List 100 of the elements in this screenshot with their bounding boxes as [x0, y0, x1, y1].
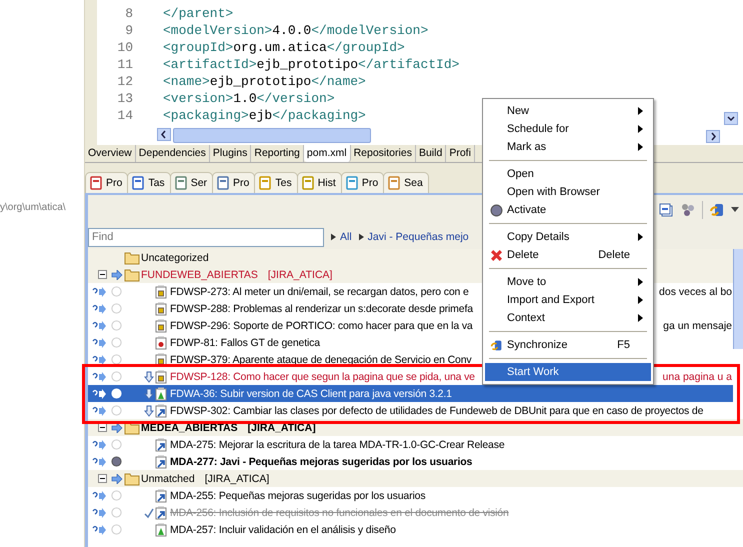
xml-value: ejb: [248, 107, 272, 124]
xml-tag: </packaging>: [272, 107, 366, 124]
view-tab[interactable]: Tas: [127, 172, 171, 193]
feature-task-icon: [155, 386, 167, 400]
collapse-icon[interactable]: [98, 423, 107, 432]
synchronize-icon[interactable]: [709, 202, 725, 218]
menu-item[interactable]: Activate: [485, 201, 651, 219]
task-title[interactable]: FDWSP-379: Aparente ataque de denegación de Servicio en Conv: [170, 354, 472, 366]
menu-item[interactable]: Mark as: [485, 138, 651, 156]
task-task-icon: [155, 318, 167, 332]
task-title[interactable]: MDA-277: Javi - Pequeñas mejoras sugeridas por los usuarios: [170, 456, 472, 468]
category-label[interactable]: Unmatched: [141, 472, 195, 484]
breadcrumb-arrow-icon: [331, 233, 336, 241]
scroll-right-button[interactable]: [706, 130, 720, 143]
scroll-thumb[interactable]: [173, 128, 371, 143]
view-tab[interactable]: Pro: [85, 172, 128, 193]
dropdown-icon[interactable]: [731, 207, 739, 213]
xml-value: 4.0.0: [272, 22, 312, 39]
improvement-task-icon: [155, 404, 167, 418]
menu-item[interactable]: New: [485, 102, 651, 120]
xml-tag: <name>: [163, 73, 210, 90]
task-task-icon: [155, 352, 167, 366]
task-title[interactable]: FDWA-36: Subir version de CAS Client para java versión 3.2.1: [170, 388, 452, 400]
sync-state-icon: [92, 320, 106, 330]
view-tab[interactable]: Pro: [340, 172, 384, 193]
task-title[interactable]: MDA-256: Inclusión de requisitos no funcionales en el documento de visión: [170, 506, 509, 518]
task-title[interactable]: FDWSP-273: Al meter un dni/email, se recargan datos, pero con e: [170, 286, 469, 298]
menu-item[interactable]: Move to: [485, 273, 651, 291]
sync-state-icon: [92, 406, 106, 416]
task-title[interactable]: FDWSP-128: Como hacer que segun la pagina que se pida, una ve: [170, 370, 475, 382]
menu-item[interactable]: Copy Details: [485, 228, 651, 246]
category-label[interactable]: MEDEA_ABIERTAS: [141, 422, 238, 434]
editor-tab[interactable]: Dependencies: [136, 145, 210, 162]
bug-task-icon: [155, 336, 167, 350]
sync-state-icon: [92, 354, 106, 364]
editor-tab[interactable]: Profi: [446, 145, 475, 162]
collapse-icon[interactable]: [98, 270, 107, 279]
xml-value: ejb_prototipo: [256, 56, 358, 73]
sync-state-icon: [92, 456, 106, 466]
xml-tag: </version>: [256, 90, 335, 107]
editor-tab[interactable]: Overview: [85, 145, 136, 162]
task-title[interactable]: MDA-257: Incluir validación en el análisis y diseño: [170, 524, 396, 536]
line-number: 12: [116, 73, 133, 90]
task-title[interactable]: FDWSP-302: Cambiar las clases por defecto de utilidades de Fundeweb de DBUnit para que en caso de proyectos de: [170, 404, 704, 416]
breadcrumb-link[interactable]: All: [340, 231, 352, 243]
sync-state-icon: [92, 304, 106, 314]
menu-item[interactable]: Open with Browser: [485, 183, 651, 201]
repository-tag: [JIRA_ATICA]: [248, 422, 316, 434]
menu-item[interactable]: Synchronize F5: [485, 336, 651, 354]
improvement-task-icon: [155, 506, 167, 520]
spheres-icon[interactable]: [680, 202, 696, 218]
scroll-left-button[interactable]: [157, 128, 171, 141]
category-label[interactable]: FUNDEWEB_ABIERTAS: [141, 268, 258, 280]
view-tab[interactable]: Pro: [212, 172, 256, 193]
task-task-icon: [155, 302, 167, 316]
sync-state-icon: [92, 524, 106, 534]
view-tab[interactable]: Ser: [170, 172, 214, 193]
feature-task-icon: [155, 522, 167, 536]
xml-tag: </modelVersion>: [311, 22, 428, 39]
category-label[interactable]: Uncategorized: [141, 252, 209, 264]
editor-tab[interactable]: Build: [416, 145, 446, 162]
submenu-arrow-icon: [638, 296, 643, 304]
xml-value: ejb_prototipo: [210, 73, 312, 90]
editor-tab[interactable]: Plugins: [210, 145, 252, 162]
menu-item[interactable]: Start Work: [485, 363, 651, 381]
task-title[interactable]: FDWSP-296: Soporte de PORTICO: como hacer para que en la va: [170, 320, 473, 332]
view-tab[interactable]: Tes: [254, 172, 298, 193]
vertical-scrollbar[interactable]: [733, 249, 743, 349]
collapse-all-icon[interactable]: [658, 202, 674, 218]
task-title[interactable]: MDA-275: Mejorar la escritura de la tarea MDA-TR-1.0-GC-Crear Release: [170, 438, 505, 450]
incoming-arrow-icon: [144, 404, 154, 416]
menu-item[interactable]: Delete Delete: [485, 246, 651, 264]
xml-tag: </artifactId>: [358, 56, 460, 73]
xml-value: 1.0: [233, 90, 257, 107]
editor-tab[interactable]: pom.xml: [304, 145, 351, 162]
submenu-arrow-icon: [638, 278, 643, 286]
incoming-arrow-icon: [144, 370, 154, 382]
task-title[interactable]: MDA-255: Pequeñas mejoras sugeridas por los usuarios: [170, 490, 426, 502]
menu-item[interactable]: Open: [485, 165, 651, 183]
sync-state-icon: [92, 490, 106, 500]
scroll-down-button[interactable]: [724, 112, 738, 125]
repository-tag: [JIRA_ATICA]: [268, 268, 332, 280]
submenu-arrow-icon: [638, 125, 643, 133]
breadcrumb-link[interactable]: Javi - Pequeñas mejo: [368, 231, 469, 243]
task-title[interactable]: FDWSP-288: Problemas al renderizar un s:decorate desde primefa: [170, 302, 473, 314]
find-field[interactable]: Find: [88, 228, 324, 246]
sync-state-icon: [92, 338, 106, 348]
xml-value: org.um.atica: [233, 39, 327, 56]
view-tab[interactable]: Hist: [296, 172, 342, 193]
xml-tag: <groupId>: [163, 39, 234, 56]
menu-item[interactable]: Context: [485, 309, 651, 327]
activation-dot[interactable]: [111, 456, 122, 467]
collapse-icon[interactable]: [98, 474, 107, 483]
view-tab[interactable]: Sea: [383, 172, 429, 193]
xml-tag: <version>: [163, 90, 234, 107]
task-title[interactable]: FDWP-81: Fallos GT de genetica: [170, 336, 320, 348]
menu-item[interactable]: Import and Export: [485, 291, 651, 309]
menu-item[interactable]: Schedule for: [485, 120, 651, 138]
editor-tab[interactable]: Repositories: [350, 145, 416, 162]
selected-task-row[interactable]: FDWA-36: Subir version de CAS Client para java versión 3.2.1: [88, 385, 733, 402]
